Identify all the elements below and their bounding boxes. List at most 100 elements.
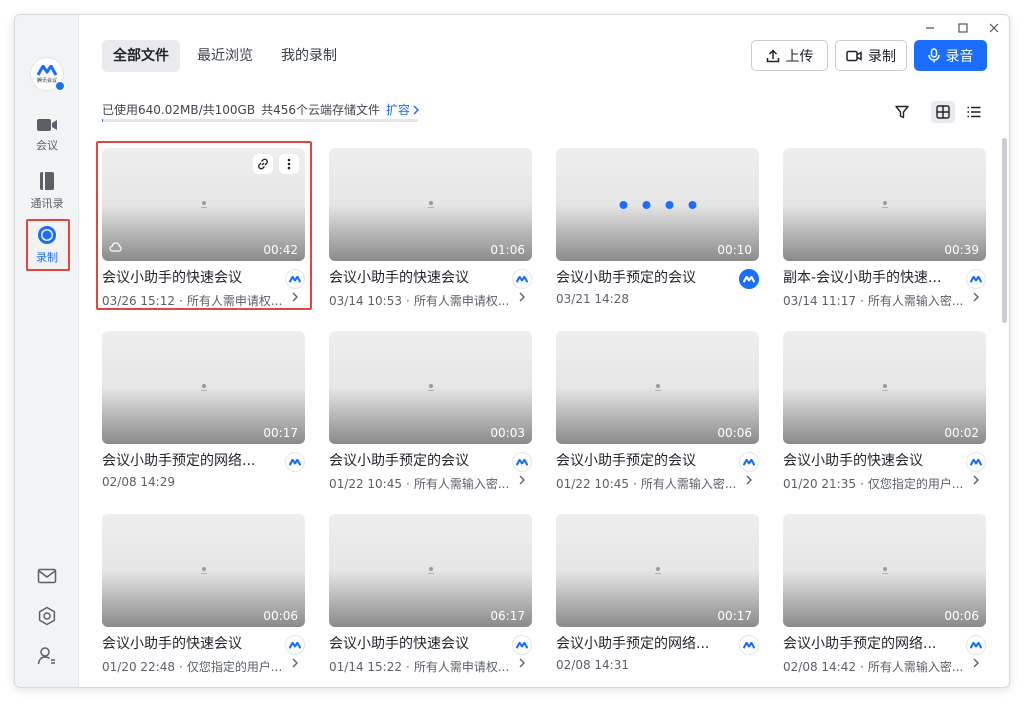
separator-dot: · — [405, 477, 410, 491]
expand-storage-link[interactable]: 扩容 — [386, 101, 419, 118]
recording-title[interactable]: 会议小助手预定的网络... — [783, 633, 963, 653]
close-icon[interactable] — [985, 19, 1003, 37]
app-window: 腾讯会议 会议 通讯录 录制 全部文件 最近浏览 我的录制 上传 录制 录音 已… — [14, 14, 1010, 688]
recording-card[interactable]: 00:39 副本-会议小助手的快速... 03/14 11:17 · 所有人需输入密..… — [783, 148, 986, 308]
recording-title[interactable]: 会议小助手预定的会议 — [329, 450, 509, 470]
recording-date: 03/14 10:53 — [329, 294, 402, 308]
recording-title[interactable]: 会议小助手的快速会议 — [102, 633, 282, 653]
recording-card[interactable]: 00:17 会议小助手预定的网络... 02/08 14:29 — [102, 331, 305, 491]
recording-meta: 02/08 14:42 · 所有人需输入密... — [783, 658, 969, 675]
recording-card[interactable]: 00:06 会议小助手预定的会议 01/22 10:45 · 所有人需输入密... — [556, 331, 759, 491]
recording-thumbnail[interactable]: 00:10 — [556, 148, 759, 261]
upload-button[interactable]: 上传 — [751, 40, 828, 71]
tab-my-recordings[interactable]: 我的录制 — [270, 40, 348, 72]
recording-meta: 03/26 15:12 · 所有人需申请权... — [102, 292, 288, 309]
separator-dot: · — [632, 477, 637, 491]
meeting-app-badge-icon — [285, 635, 305, 655]
recording-title[interactable]: 会议小助手的快速会议 — [102, 267, 282, 287]
chevron-right-icon[interactable] — [973, 474, 979, 488]
sidebar-item-label: 录制 — [36, 251, 58, 264]
chevron-right-icon[interactable] — [519, 657, 525, 671]
expand-label: 扩容 — [385, 103, 410, 117]
filter-icon[interactable] — [891, 101, 913, 123]
permission-text: 所有人需申请权... — [413, 294, 510, 308]
recording-card[interactable]: 00:02 会议小助手的快速会议 01/20 21:35 · 仅您指定的用户... — [783, 331, 986, 491]
chevron-right-icon[interactable] — [292, 291, 298, 305]
list-view-icon[interactable] — [963, 101, 985, 123]
grid-view-icon[interactable] — [931, 101, 955, 123]
chevron-right-icon[interactable] — [973, 291, 979, 305]
recording-thumbnail[interactable]: 00:06 — [783, 514, 986, 627]
cloud-icon — [109, 237, 122, 256]
recording-date: 03/21 14:28 — [556, 292, 629, 306]
storage-progress-bar — [102, 119, 418, 122]
chevron-right-icon[interactable] — [973, 657, 979, 671]
meeting-app-badge-icon — [966, 635, 986, 655]
recording-thumbnail[interactable]: 00:17 — [102, 331, 305, 444]
recording-title[interactable]: 会议小助手的快速会议 — [783, 450, 963, 470]
recording-card[interactable]: 00:06 会议小助手的快速会议 01/20 22:48 · 仅您指定的用户... — [102, 514, 305, 674]
recording-card[interactable]: 01:06 会议小助手的快速会议 03/14 10:53 · 所有人需申请权... — [329, 148, 532, 308]
permission-text: 所有人需输入密... — [413, 477, 510, 491]
recording-title[interactable]: 副本-会议小助手的快速... — [783, 267, 963, 287]
recording-thumbnail[interactable]: 00:03 — [329, 331, 532, 444]
more-options-icon[interactable] — [279, 154, 299, 174]
upload-label: 上传 — [785, 48, 814, 65]
recording-title[interactable]: 会议小助手的快速会议 — [329, 267, 509, 287]
user-switch-icon[interactable] — [35, 644, 59, 668]
minimize-icon[interactable] — [921, 19, 939, 37]
chevron-right-icon[interactable] — [292, 657, 298, 671]
recording-meta: 02/08 14:29 — [102, 475, 288, 489]
chevron-right-icon[interactable] — [519, 291, 525, 305]
mail-icon[interactable] — [35, 564, 59, 588]
duration-label: 06:17 — [490, 609, 525, 623]
tab-recent[interactable]: 最近浏览 — [186, 40, 264, 72]
recording-thumbnail[interactable]: 06:17 — [329, 514, 532, 627]
tab-all-files[interactable]: 全部文件 — [102, 40, 180, 72]
chevron-right-icon[interactable] — [519, 474, 525, 488]
settings-icon[interactable] — [35, 604, 59, 628]
recording-title[interactable]: 会议小助手预定的网络... — [102, 450, 282, 470]
recording-date: 01/22 10:45 — [556, 477, 629, 491]
permission-text: 所有人需输入密... — [867, 660, 964, 674]
scrollbar[interactable] — [1002, 138, 1007, 323]
video-camera-icon — [37, 119, 57, 131]
meeting-app-badge-icon — [512, 635, 532, 655]
recording-card[interactable]: 00:10 会议小助手预定的会议 03/21 14:28 — [556, 148, 759, 308]
chevron-right-icon[interactable] — [746, 474, 752, 488]
recording-title[interactable]: 会议小助手的快速会议 — [329, 633, 509, 653]
meeting-app-badge-icon — [739, 452, 759, 472]
record-audio-button[interactable]: 录音 — [914, 40, 987, 71]
record-video-button[interactable]: 录制 — [835, 40, 907, 71]
sidebar-item-recording[interactable]: 录制 — [15, 221, 79, 269]
sidebar-item-meeting[interactable]: 会议 — [15, 111, 79, 159]
recording-title[interactable]: 会议小助手预定的会议 — [556, 267, 736, 287]
recording-thumbnail[interactable]: 01:06 — [329, 148, 532, 261]
thumbnail-placeholder-icon — [427, 566, 434, 575]
meeting-app-badge-icon — [739, 635, 759, 655]
recording-date: 01/20 22:48 — [102, 660, 175, 674]
recording-thumbnail[interactable]: 00:42 — [102, 148, 305, 261]
recording-thumbnail[interactable]: 00:39 — [783, 148, 986, 261]
duration-label: 00:10 — [717, 243, 752, 257]
copy-link-icon[interactable] — [253, 154, 273, 174]
duration-label: 00:02 — [944, 426, 979, 440]
recording-thumbnail[interactable]: 00:17 — [556, 514, 759, 627]
duration-label: 00:06 — [263, 609, 298, 623]
sidebar-item-contacts[interactable]: 通讯录 — [15, 167, 79, 215]
recording-card[interactable]: 00:42 会议小助手的快速会议 03/26 15:12 · 所有人需申请权... — [102, 148, 305, 308]
meeting-app-badge-icon — [285, 269, 305, 289]
recording-thumbnail[interactable]: 00:02 — [783, 331, 986, 444]
recording-card[interactable]: 00:03 会议小助手预定的会议 01/22 10:45 · 所有人需输入密... — [329, 331, 532, 491]
recording-card[interactable]: 00:17 会议小助手预定的网络... 02/08 14:31 — [556, 514, 759, 674]
recording-thumbnail[interactable]: 00:06 — [102, 514, 305, 627]
duration-label: 00:06 — [717, 426, 752, 440]
recording-title[interactable]: 会议小助手预定的会议 — [556, 450, 736, 470]
separator-dot: · — [405, 294, 410, 308]
recording-thumbnail[interactable]: 00:06 — [556, 331, 759, 444]
recording-title[interactable]: 会议小助手预定的网络... — [556, 633, 736, 653]
recording-card[interactable]: 00:06 会议小助手预定的网络... 02/08 14:42 · 所有人需输入密... — [783, 514, 986, 674]
thumbnail-placeholder-icon — [427, 383, 434, 392]
recording-card[interactable]: 06:17 会议小助手的快速会议 01/14 15:22 · 所有人需申请权... — [329, 514, 532, 674]
maximize-icon[interactable] — [954, 19, 972, 37]
